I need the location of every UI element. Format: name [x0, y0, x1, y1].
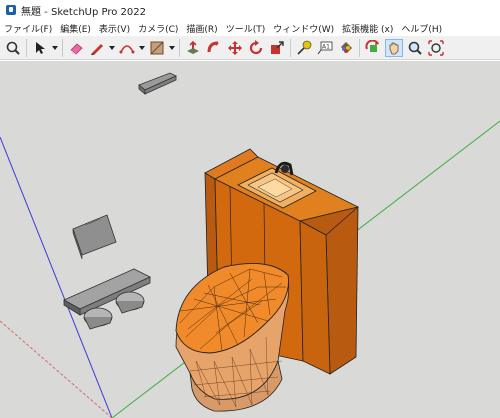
- menu-view[interactable]: 表示(V): [95, 22, 134, 35]
- push-pull-tool[interactable]: [184, 39, 202, 57]
- scale-icon: [271, 40, 284, 54]
- text-tool[interactable]: A1: [316, 39, 334, 57]
- rotate-tool[interactable]: [247, 39, 265, 57]
- select-dropdown[interactable]: [52, 39, 58, 57]
- menu-help[interactable]: ヘルプ(H): [397, 22, 446, 35]
- tape-measure-tool[interactable]: [295, 39, 313, 57]
- orbit-icon: [365, 39, 379, 52]
- tape-measure-icon: [297, 40, 312, 55]
- follow-me-tool[interactable]: [205, 39, 223, 57]
- dropdown-arrow-icon: [139, 45, 145, 50]
- scene-canvas: [0, 72, 500, 418]
- move-arrows-icon: [228, 40, 242, 55]
- magnifier-icon: [6, 41, 20, 55]
- push-pull-icon: [187, 40, 199, 54]
- zoom-extents-tool[interactable]: [427, 39, 445, 57]
- arc-dropdown[interactable]: [139, 39, 145, 57]
- svg-text:A1: A1: [322, 43, 330, 50]
- pan-tool[interactable]: [385, 38, 403, 57]
- menu-window[interactable]: ウィンドウ(W): [269, 22, 338, 35]
- hand-icon: [389, 42, 399, 54]
- scale-tool[interactable]: [268, 39, 286, 57]
- zoom-window-tool[interactable]: [4, 39, 22, 57]
- zoom-extents-icon: [428, 39, 444, 56]
- red-axis: [0, 320, 113, 418]
- main-toolbar: A1: [0, 36, 500, 60]
- dropdown-arrow-icon: [169, 45, 175, 50]
- dropdown-arrow-icon: [52, 45, 58, 50]
- rotate-icon: [249, 39, 263, 54]
- move-tool[interactable]: [226, 39, 244, 57]
- eraser-icon: [70, 42, 83, 55]
- toolbar-separator: [26, 38, 27, 57]
- zoom-tool[interactable]: [406, 39, 424, 57]
- paper-holder-component[interactable]: [63, 268, 151, 330]
- menu-tools[interactable]: ツール(T): [222, 22, 270, 35]
- magnifier-icon: [408, 41, 422, 55]
- menu-edit[interactable]: 編集(E): [56, 22, 95, 35]
- follow-me-icon: [207, 41, 219, 52]
- toilet-bowl-component[interactable]: [175, 262, 290, 412]
- window-title: 無題 - SketchUp Pro 2022: [21, 6, 146, 18]
- paint-bucket-tool[interactable]: [337, 39, 355, 57]
- towel-bar-component[interactable]: [138, 72, 177, 95]
- model-viewport[interactable]: [0, 61, 500, 418]
- remote-control-component[interactable]: [72, 214, 117, 260]
- arrow-cursor-icon: [36, 41, 45, 54]
- toolbar-separator: [179, 38, 180, 57]
- menu-extensions[interactable]: 拡張機能 (x): [338, 22, 397, 35]
- blue-axis: [0, 136, 113, 418]
- toolbar-separator: [62, 38, 63, 57]
- menu-camera[interactable]: カメラ(C): [134, 22, 182, 35]
- toolbar-separator: [290, 38, 291, 57]
- line-dropdown[interactable]: [109, 39, 115, 57]
- title-bar: 無題 - SketchUp Pro 2022: [0, 0, 500, 20]
- line-tool[interactable]: [88, 39, 106, 57]
- menu-draw[interactable]: 描画(R): [182, 22, 221, 35]
- pencil-icon: [91, 43, 103, 55]
- toolbar-separator: [359, 38, 360, 57]
- orbit-tool[interactable]: [364, 39, 382, 57]
- arc-icon: [119, 44, 135, 53]
- rectangle-dropdown[interactable]: [169, 39, 175, 57]
- text-label-icon: A1: [317, 41, 333, 54]
- select-tool[interactable]: [31, 39, 49, 57]
- rectangle-tool[interactable]: [148, 39, 166, 57]
- paint-bucket-icon: [341, 41, 352, 53]
- dropdown-arrow-icon: [109, 45, 115, 50]
- arc-tool[interactable]: [118, 39, 136, 57]
- sketchup-app-icon: [6, 5, 16, 15]
- rectangle-icon: [150, 41, 164, 54]
- menu-file[interactable]: ファイル(F): [0, 22, 56, 35]
- eraser-tool[interactable]: [67, 39, 85, 57]
- menu-bar: ファイル(F) 編集(E) 表示(V) カメラ(C) 描画(R) ツール(T) …: [0, 20, 500, 36]
